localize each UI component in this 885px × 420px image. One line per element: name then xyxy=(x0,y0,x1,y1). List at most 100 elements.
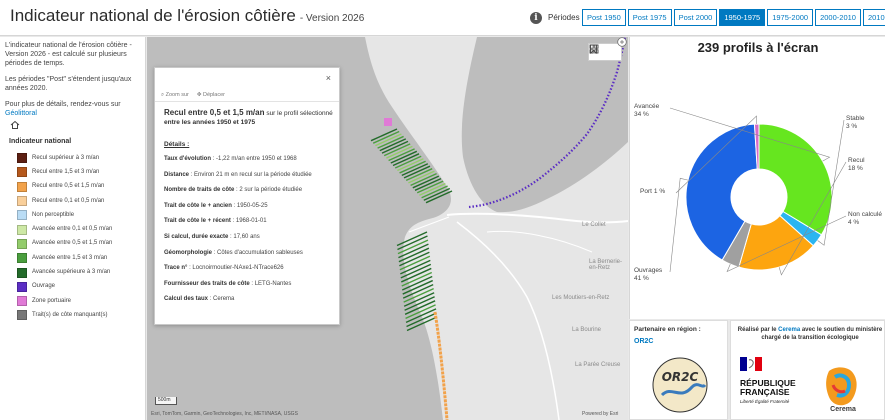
period-button[interactable]: Post 1975 xyxy=(627,9,672,26)
place-label: Les Moutiers-en-Retz xyxy=(552,295,610,301)
pie-label: Non calculé 4 % xyxy=(848,211,882,226)
map-attribution: Esri, TomTom, Garmin, GeoTechnologies, I… xyxy=(151,411,298,417)
detail-value: : -1,22 m/an entre 1950 et 1968 xyxy=(212,156,297,162)
legend-label: Trait(s) de côte manquant(s) xyxy=(32,311,108,318)
app-title: Indicateur national de l'érosion côtière… xyxy=(10,6,365,25)
place-label: La Parée Creuse xyxy=(575,362,621,368)
detail-value: : 2 sur la période étudiée xyxy=(236,187,303,194)
legend-item: Recul supérieur à 3 m/an xyxy=(5,151,140,165)
scale-bar: 500m xyxy=(155,397,177,405)
port-marker[interactable] xyxy=(384,118,392,126)
move-action[interactable]: ✥ Déplacer xyxy=(197,92,225,99)
detail-key: Calcul des taux xyxy=(164,296,209,303)
legend-label: Avancée entre 1,5 et 3 m/an xyxy=(32,254,108,261)
fullscreen-icon[interactable] xyxy=(617,37,627,47)
legend-swatch xyxy=(17,196,27,207)
legend-item: Avancée entre 0,1 et 0,5 m/an xyxy=(5,222,140,236)
legend-item: Recul entre 0,5 et 1,5 m/an xyxy=(5,180,140,194)
detail-key: Trace n° xyxy=(164,265,188,272)
or2c-link[interactable]: OR2C xyxy=(634,338,653,345)
place-label: La Bernerie-en-Retz xyxy=(589,259,623,271)
period-button[interactable]: Post 1950 xyxy=(582,9,626,26)
legend-title: Indicateur national xyxy=(9,138,72,145)
legend-swatch xyxy=(17,267,27,278)
popup-body: Recul entre 0,5 et 1,5 m/an sur le profi… xyxy=(164,108,334,311)
period-selector: Post 1950 Post 1975 Post 2000 1950-1975 1975… xyxy=(582,9,885,26)
legend-item: Avancée entre 0,5 et 1,5 m/an xyxy=(5,237,140,251)
detail-key: Fournisseur des traits de côte xyxy=(164,280,250,287)
cerema-logo: Cerema xyxy=(826,367,857,413)
details-title: Détails : xyxy=(164,141,190,148)
period-button[interactable]: 2010-2020 xyxy=(862,9,885,26)
legend-swatch xyxy=(17,238,27,249)
detail-row: Géomorphologie : Côtes d'accumulation sa… xyxy=(164,249,334,257)
legend-item: Ouvrage xyxy=(5,280,140,294)
realise-text: Réalisé par le Cerema avec le soutien du… xyxy=(737,327,883,341)
realise-box: Réalisé par le Cerema avec le soutien du… xyxy=(730,320,885,420)
legend-label: Avancée entre 0,1 et 0,5 m/an xyxy=(32,226,113,233)
period-button[interactable]: 2000-2010 xyxy=(815,9,861,26)
detail-key: Si calcul, durée exacte xyxy=(164,233,229,240)
legend-swatch xyxy=(17,181,27,192)
detail-value: : 1968-01-01 xyxy=(232,218,267,225)
legend-item: Avancée supérieure à 3 m/an xyxy=(5,265,140,279)
home-icon[interactable] xyxy=(10,120,20,130)
move-icon: ✥ xyxy=(196,92,202,98)
detail-value: : Environ 21 m en recul sur la période é… xyxy=(190,171,312,178)
or2c-logo-text: OR2C xyxy=(662,370,699,384)
legend-label: Recul entre 0,1 et 0,5 m/an xyxy=(32,197,105,204)
detail-row: Trait de côte le + récent : 1968-01-01 xyxy=(164,217,334,225)
legend-swatch xyxy=(17,310,27,321)
post-note: Les périodes "Post" s'étendent jusqu'aux… xyxy=(5,76,132,92)
detail-row: Taux d'évolution : -1,22 m/an entre 1950… xyxy=(164,155,334,163)
pie-label: Port 1 % xyxy=(640,188,666,195)
donut-chart[interactable] xyxy=(630,37,885,319)
stats-panel: 239 profils à l'écran Avancée 34 % Stable 3… xyxy=(629,37,885,319)
detail-key: Distance xyxy=(164,171,190,178)
details-list: Taux d'évolution : -1,22 m/an entre 1950… xyxy=(164,155,334,303)
popup-headline: Recul entre 0,5 et 1,5 m/an sur le profi… xyxy=(164,108,333,126)
place-label: Le Collet xyxy=(582,222,606,228)
basemap-gallery-icon[interactable] xyxy=(589,44,599,54)
powered-by[interactable]: Powered by Esri xyxy=(582,411,618,417)
popup-actions: ⌕ Zoom sur ✥ Déplacer xyxy=(161,92,225,99)
detail-value: : LETG-Nantes xyxy=(251,280,292,287)
zoom-icon: ⌕ xyxy=(161,92,165,98)
legend-item: Recul entre 0,1 et 0,5 m/an xyxy=(5,194,140,208)
detail-row: Trace n° : Locnoirmoutier-NAxe1-NTrace62… xyxy=(164,264,334,272)
detail-row: Calcul des taux : Cerema xyxy=(164,295,334,303)
legend-swatch xyxy=(17,153,27,164)
period-button[interactable]: Post 2000 xyxy=(673,9,718,26)
place-label: La Bourine xyxy=(572,327,602,333)
periodes-label: Périodes xyxy=(548,13,580,22)
pie-slice[interactable] xyxy=(758,123,833,236)
pie-label: Ouvrages 41 % xyxy=(634,267,663,282)
cerema-link[interactable]: Cerema xyxy=(778,327,800,333)
detail-value: : Locnoirmoutier-NAxe1-NTrace626 xyxy=(189,265,284,272)
legend-label: Recul entre 0,5 et 1,5 m/an xyxy=(32,183,105,190)
detail-key: Taux d'évolution xyxy=(164,156,211,162)
legend-item: Recul entre 1,5 et 3 m/an xyxy=(5,165,140,179)
legend-item: Zone portuaire xyxy=(5,294,140,308)
legend-list: Recul supérieur à 3 m/an Recul entre 1,5 … xyxy=(5,151,140,323)
info-icon[interactable]: i xyxy=(530,12,542,24)
detail-value: : 17,60 ans xyxy=(230,233,260,240)
intro-text: L'indicateur national de l'érosion côtiè… xyxy=(5,42,132,67)
geolittoral-link[interactable]: Géolittoral xyxy=(5,110,37,117)
legend-label: Ouvrage xyxy=(32,283,56,290)
pie-label: Stable 3 % xyxy=(846,115,865,130)
legend-label: Non perceptible xyxy=(32,211,75,218)
period-button[interactable]: 1975-2000 xyxy=(767,9,814,26)
legend-swatch xyxy=(17,296,27,307)
left-panel: L'indicateur national de l'érosion côtiè… xyxy=(0,37,146,420)
legend-item: Trait(s) de côte manquant(s) xyxy=(5,308,140,322)
legend-swatch xyxy=(17,224,27,235)
zoom-to-action[interactable]: ⌕ Zoom sur xyxy=(161,92,189,99)
marianne-icon xyxy=(740,357,762,371)
detail-key: Trait de côte le + récent xyxy=(164,218,231,225)
detail-row: Trait de côte le + ancien : 1950-05-25 xyxy=(164,202,334,210)
period-button[interactable]: 1950-1975 xyxy=(719,9,766,26)
republique-francaise-logo: RÉPUBLIQUE FRANÇAISE Liberté Égalité Fra… xyxy=(740,357,800,404)
legend-label: Recul supérieur à 3 m/an xyxy=(32,154,100,161)
close-icon[interactable]: × xyxy=(326,73,331,83)
